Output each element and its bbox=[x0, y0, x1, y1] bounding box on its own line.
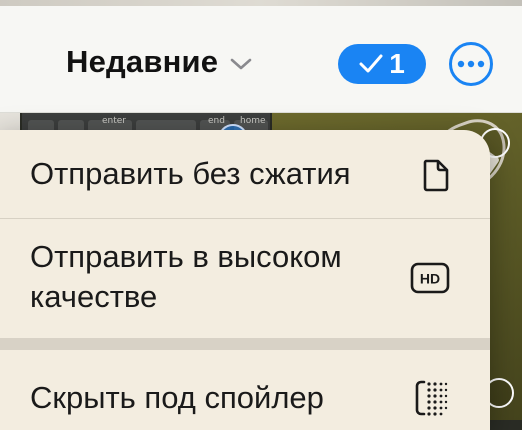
checkmark-icon bbox=[359, 54, 383, 73]
context-menu: Отправить без сжатия Отправить в высоком… bbox=[0, 130, 490, 430]
chevron-down-icon bbox=[230, 58, 252, 70]
album-picker[interactable]: Недавние bbox=[66, 40, 252, 84]
menu-item-send-high-quality[interactable]: Отправить в высоком качестве HD bbox=[0, 219, 490, 338]
album-title: Недавние bbox=[66, 44, 219, 79]
selected-count: 1 bbox=[389, 48, 405, 79]
hd-icon-text: HD bbox=[420, 271, 440, 287]
menu-item-label: Отправить без сжатия bbox=[30, 156, 351, 191]
selected-count-badge[interactable]: 1 bbox=[338, 44, 426, 84]
menu-item-hide-spoiler[interactable]: Скрыть под спойлер bbox=[0, 350, 490, 430]
menu-item-label: Скрыть под спойлер bbox=[30, 380, 324, 415]
header-top-strip bbox=[0, 0, 522, 6]
document-icon bbox=[423, 159, 449, 192]
menu-item-label: Отправить в высоком качестве bbox=[30, 239, 342, 314]
header-bar: Недавние 1 bbox=[0, 0, 522, 113]
menu-section-gap bbox=[0, 338, 490, 350]
hd-icon: HD bbox=[410, 262, 450, 294]
more-button[interactable] bbox=[449, 42, 493, 86]
key-label: home bbox=[240, 116, 266, 126]
key-label: enter bbox=[102, 116, 127, 126]
ellipsis-icon bbox=[457, 60, 485, 68]
spoiler-dots-icon bbox=[415, 380, 448, 416]
key-label: end bbox=[208, 116, 225, 126]
menu-item-send-uncompressed[interactable]: Отправить без сжатия bbox=[0, 130, 490, 218]
